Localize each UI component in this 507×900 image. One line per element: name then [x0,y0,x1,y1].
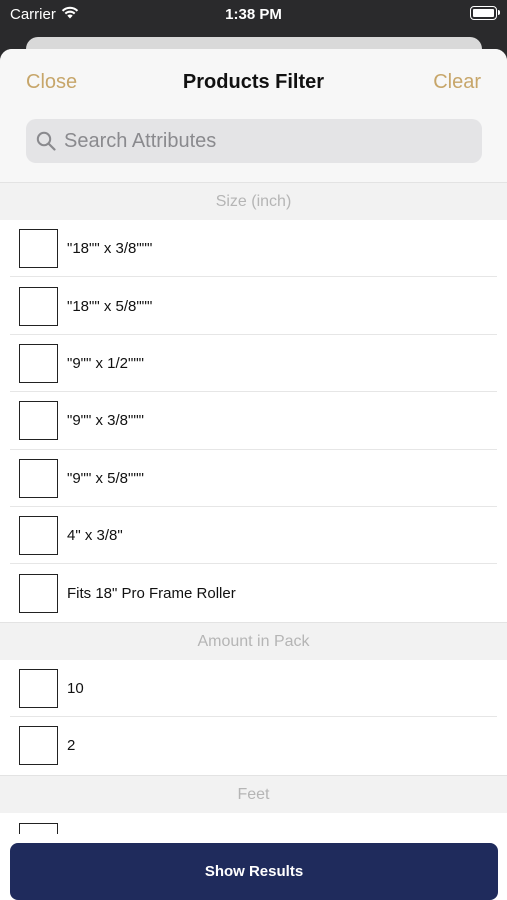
list-item[interactable]: "9"" x 5/8""" [0,449,507,507]
list-item[interactable]: "18"" x 3/8""" [0,220,507,278]
checkbox[interactable] [19,458,58,498]
status-time: 1:38 PM [225,6,282,23]
status-bar: Carrier 1:38 PM [0,0,507,30]
item-label: "9"" x 5/8""" [67,469,144,487]
checkbox[interactable] [19,229,58,269]
checkbox[interactable] [19,516,58,556]
item-label: Fits 18" Pro Frame Roller [67,584,236,602]
search-input[interactable] [64,129,464,153]
list-item[interactable]: "18"" x 5/8""" [0,277,507,335]
section-header-size: Size (inch) [0,182,507,220]
list-item[interactable]: "9"" x 3/8""" [0,392,507,450]
products-filter-sheet: Close Products Filter Clear Size (inch) … [0,49,507,900]
list-item[interactable]: 2 [0,717,507,775]
checkbox[interactable] [19,726,58,766]
checkbox[interactable] [19,668,58,708]
page-title: Products Filter [182,71,325,93]
battery-icon [470,6,500,20]
show-results-button[interactable]: Show Results [10,843,498,900]
list-item[interactable]: "9"" x 1/2""" [0,334,507,393]
clear-button[interactable]: Clear [433,71,481,94]
sheet-header: Close Products Filter Clear [0,49,507,182]
item-label: "9"" x 1/2""" [67,354,144,372]
item-label: 2 [67,737,76,755]
list-item[interactable]: 10 [0,659,507,718]
checkbox[interactable] [19,401,58,441]
section-header-feet: Feet [0,774,507,813]
item-label: 10 [67,679,84,697]
item-label: "9"" x 3/8""" [67,412,144,430]
checkbox[interactable] [19,286,58,326]
item-label: "18"" x 3/8""" [67,240,153,258]
filter-list: Size (inch) "18"" x 3/8""" "18"" x 5/8""… [0,182,507,862]
checkbox[interactable] [19,573,58,613]
item-label: 4" x 3/8" [67,527,123,545]
search-bar[interactable] [26,119,482,163]
bottom-bar: Show Results [0,834,507,900]
item-label: "18"" x 5/8""" [67,297,153,315]
list-item[interactable]: 4" x 3/8" [0,506,507,565]
search-icon [36,131,56,151]
section-header-amount-in-pack: Amount in Pack [0,621,507,660]
list-item[interactable]: Fits 18" Pro Frame Roller [0,564,507,622]
checkbox[interactable] [19,343,58,383]
